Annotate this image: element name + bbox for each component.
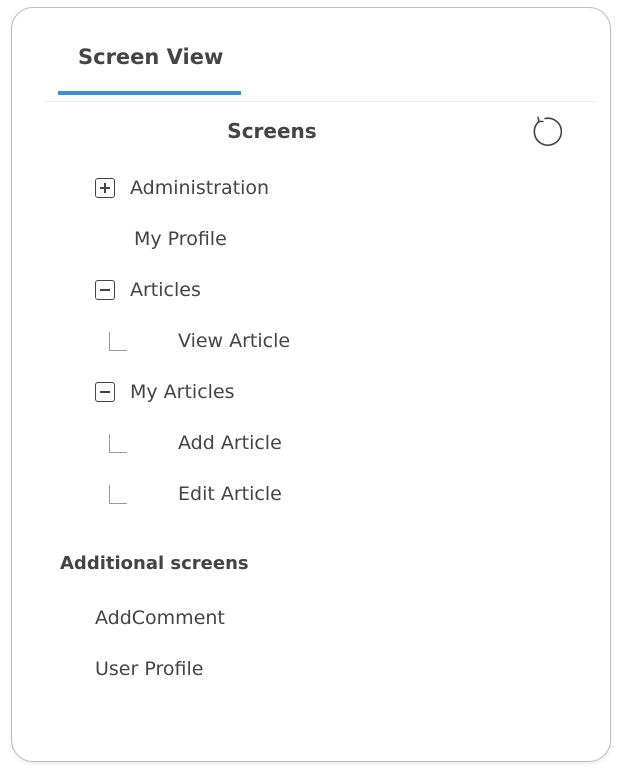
- tree-item-label[interactable]: Edit Article: [178, 483, 282, 505]
- tree-item-label[interactable]: View Article: [178, 330, 290, 352]
- refresh-icon[interactable]: [528, 115, 562, 149]
- additional-item-label[interactable]: User Profile: [95, 658, 203, 680]
- tree-item-administration[interactable]: Administration: [95, 173, 269, 203]
- tree-item-label[interactable]: My Articles: [130, 381, 235, 403]
- tree-item-label[interactable]: Add Article: [178, 432, 282, 454]
- tab-screen-view[interactable]: Screen View: [58, 8, 241, 95]
- tree-branch-line: [109, 485, 127, 504]
- tree-item-edit-article[interactable]: Edit Article: [178, 479, 282, 509]
- screen-view-panel: Screen View Screens Administration My Pr…: [11, 7, 611, 762]
- tab-screen-view-label: Screen View: [78, 45, 224, 69]
- tree-branch-line: [109, 434, 127, 453]
- additional-item-label[interactable]: AddComment: [95, 607, 225, 629]
- tree-item-label[interactable]: Articles: [130, 279, 201, 301]
- tree-branch-line: [109, 332, 127, 351]
- additional-item-user-profile[interactable]: User Profile: [95, 654, 203, 684]
- tree-item-label[interactable]: My Profile: [134, 228, 227, 250]
- collapse-minus-icon[interactable]: [95, 382, 115, 402]
- tab-bar: Screen View: [44, 8, 597, 102]
- collapse-minus-icon[interactable]: [95, 280, 115, 300]
- tree-item-add-article[interactable]: Add Article: [178, 428, 282, 458]
- tree-item-view-article[interactable]: View Article: [178, 326, 290, 356]
- additional-item-addcomment[interactable]: AddComment: [95, 603, 225, 633]
- tree-item-label[interactable]: Administration: [130, 177, 269, 199]
- expand-plus-icon[interactable]: [95, 178, 115, 198]
- tree-item-my-articles[interactable]: My Articles: [95, 377, 235, 407]
- tree-item-my-profile[interactable]: My Profile: [134, 224, 227, 254]
- screens-title: Screens: [227, 119, 317, 143]
- additional-screens-title: Additional screens: [60, 553, 249, 574]
- tree-item-articles[interactable]: Articles: [95, 275, 201, 305]
